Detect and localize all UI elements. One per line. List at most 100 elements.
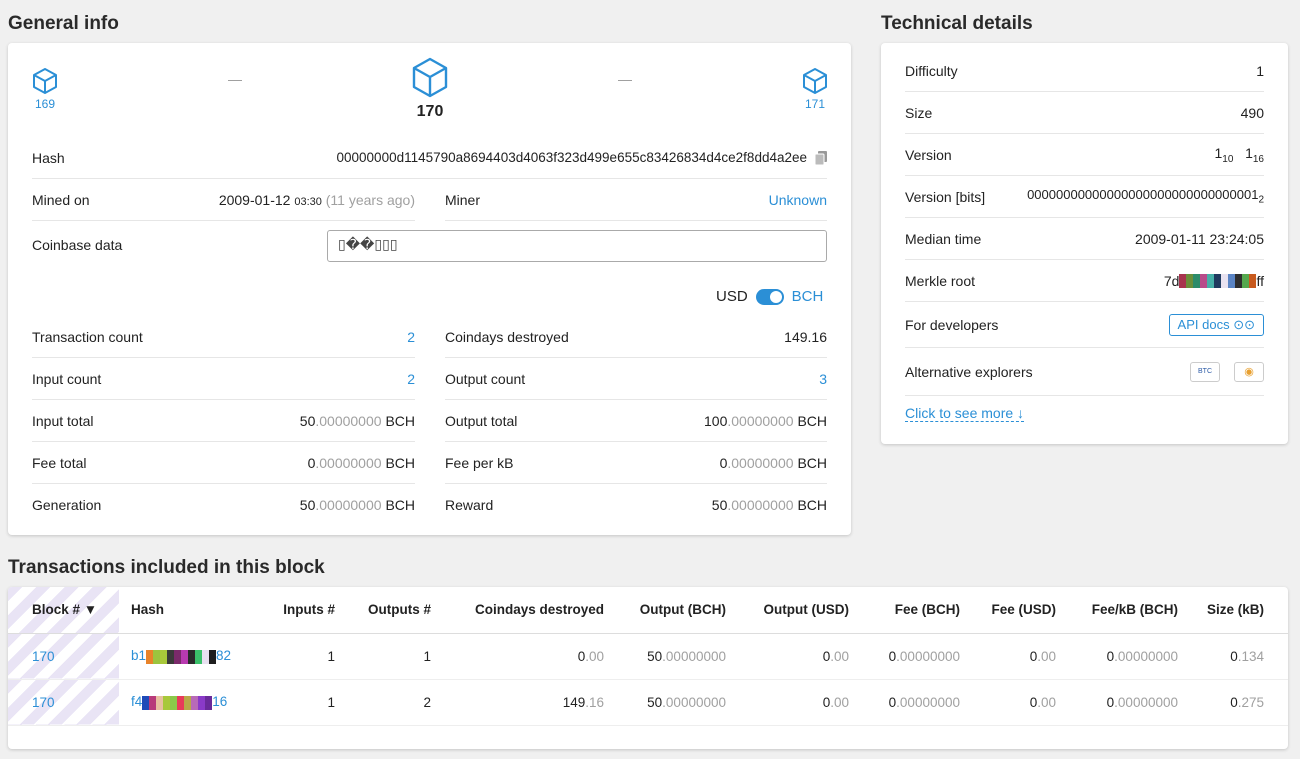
row-block-link[interactable]: 170 xyxy=(8,633,119,680)
coinbase-label: Coinbase data xyxy=(32,237,123,253)
toggle-bch-label: BCH xyxy=(791,288,824,305)
current-block-number: 170 xyxy=(416,103,444,120)
row-size: 0.275 xyxy=(1178,679,1288,726)
input-total-value: 50.00000000 BCH xyxy=(299,412,415,429)
size-label: Size xyxy=(905,104,933,121)
hash-color-block xyxy=(195,649,203,664)
output-count-value[interactable]: 3 xyxy=(819,371,827,387)
transaction-count-value[interactable]: 2 xyxy=(407,329,415,345)
generation-row: Generation 50.00000000 BCH xyxy=(32,484,415,526)
row-coindays: 0.00 xyxy=(431,633,604,680)
col-fee-bch[interactable]: Fee (BCH) xyxy=(849,587,960,634)
current-block: 170 xyxy=(408,57,452,121)
copy-icon[interactable] xyxy=(815,150,827,165)
hash-row: Hash 00000000d1145790a8694403d4063f323d4… xyxy=(32,137,827,179)
table-header-row: Block # ▼ Hash Inputs # Outputs # Coinda… xyxy=(8,587,1288,634)
median-time-row: Median time 2009-01-11 23:24:05 xyxy=(905,218,1264,260)
col-coindays[interactable]: Coindays destroyed xyxy=(431,587,604,634)
col-outputs[interactable]: Outputs # xyxy=(335,587,431,634)
col-fee-kb[interactable]: Fee/kB (BCH) xyxy=(1056,587,1178,634)
row-fee-bch: 0.00000000 xyxy=(849,633,960,680)
col-hash[interactable]: Hash xyxy=(119,587,249,634)
row-output-bch: 50.00000000 xyxy=(604,679,726,726)
alt-explorer-logo-icon[interactable]: ◉ xyxy=(1234,361,1264,382)
hash-color-block xyxy=(209,649,217,664)
btc-explorer-icon[interactable]: BTC xyxy=(1190,361,1220,382)
row-fee-kb: 0.00000000 xyxy=(1056,633,1178,680)
hash-color-block xyxy=(1200,273,1208,288)
hash-color-block xyxy=(146,649,154,664)
currency-switch[interactable] xyxy=(755,288,784,305)
block-cube-icon xyxy=(412,57,448,98)
hash-color-block xyxy=(160,649,168,664)
row-hash-link[interactable]: f4 16 xyxy=(119,679,249,726)
input-total-row: Input total 50.00000000 BCH xyxy=(32,400,415,442)
hash-color-block xyxy=(142,695,150,710)
difficulty-value: 1 xyxy=(1256,62,1264,79)
row-output-usd: 0.00 xyxy=(726,633,849,680)
reward-row: Reward 50.00000000 BCH xyxy=(445,484,827,526)
col-fee-usd[interactable]: Fee (USD) xyxy=(960,587,1056,634)
version-bits-value: 000000000000000000000000000000012 xyxy=(1027,187,1264,206)
next-block-number[interactable]: 171 xyxy=(800,97,830,111)
hash-value: 00000000d1145790a8694403d4063f323d499e65… xyxy=(336,150,807,165)
miner-value[interactable]: Unknown xyxy=(769,192,827,208)
nav-dash-right: — xyxy=(618,71,632,87)
fee-per-kb-label: Fee per kB xyxy=(445,454,514,471)
mined-on-label: Mined on xyxy=(32,191,90,208)
input-count-value[interactable]: 2 xyxy=(407,371,415,387)
version-bits-row: Version [bits] 0000000000000000000000000… xyxy=(905,176,1264,218)
generation-label: Generation xyxy=(32,497,102,513)
block-cube-icon xyxy=(33,68,57,94)
col-output-bch[interactable]: Output (BCH) xyxy=(604,587,726,634)
technical-details-card: Difficulty 1 Size 490 Version 110 116 Ve… xyxy=(881,43,1288,444)
hash-color-block xyxy=(1242,273,1250,288)
hash-color-block xyxy=(1179,273,1187,288)
merkle-root-value: 7d ff xyxy=(1163,272,1264,289)
currency-toggle[interactable]: USD BCH xyxy=(716,288,823,305)
fee-total-label: Fee total xyxy=(32,454,87,471)
reward-label: Reward xyxy=(445,497,494,513)
general-info-card: 169 — 170 — 171 Hash 00000000d1145790a86… xyxy=(8,43,851,535)
row-inputs: 1 xyxy=(249,679,335,726)
row-hash-link[interactable]: b1 82 xyxy=(119,633,249,680)
hash-color-block xyxy=(202,649,210,664)
hash-color-block xyxy=(1228,273,1236,288)
coindays-value: 149.16 xyxy=(784,328,827,345)
miner-row: Miner Unknown xyxy=(445,179,827,221)
row-block-link[interactable]: 170 xyxy=(8,679,119,726)
next-block-link[interactable]: 171 xyxy=(800,67,830,111)
merkle-root-row: Merkle root 7d ff xyxy=(905,260,1264,302)
col-block[interactable]: Block # ▼ xyxy=(8,587,119,634)
version-label: Version xyxy=(905,146,952,163)
col-inputs[interactable]: Inputs # xyxy=(249,587,335,634)
table-row: 170 b1 82 1 1 0.00 50.00000000 0.00 0.000… xyxy=(8,633,1288,680)
hash-color-block xyxy=(1235,273,1243,288)
transactions-table: Block # ▼ Hash Inputs # Outputs # Coinda… xyxy=(8,587,1288,726)
row-inputs: 1 xyxy=(249,633,335,680)
coinbase-data-field[interactable]: ▯��▯▯▯ xyxy=(327,230,827,262)
size-value: 490 xyxy=(1240,104,1264,121)
prev-block-number[interactable]: 169 xyxy=(30,97,60,111)
output-total-label: Output total xyxy=(445,412,518,429)
coindays-row: Coindays destroyed 149.16 xyxy=(445,316,827,358)
transaction-count-label: Transaction count xyxy=(32,328,143,345)
miner-label: Miner xyxy=(445,191,481,208)
row-fee-usd: 0.00 xyxy=(960,679,1056,726)
col-size[interactable]: Size (kB) xyxy=(1178,587,1288,634)
row-fee-bch: 0.00000000 xyxy=(849,679,960,726)
merkle-hash-blocks xyxy=(1179,273,1257,288)
hash-color-block xyxy=(177,695,185,710)
output-total-row: Output total 100.00000000 BCH xyxy=(445,400,827,442)
row-fee-usd: 0.00 xyxy=(960,633,1056,680)
col-output-usd[interactable]: Output (USD) xyxy=(726,587,849,634)
table-row: 170 f4 16 1 2 149.16 50.00000000 0.00 0.0… xyxy=(8,679,1288,726)
hash-color-block xyxy=(1207,273,1215,288)
filter-icon[interactable]: ▼ xyxy=(84,602,97,617)
row-outputs: 1 xyxy=(335,633,431,680)
prev-block-link[interactable]: 169 xyxy=(30,67,60,111)
api-docs-button[interactable]: API docs ⊙⊙ xyxy=(1168,313,1264,336)
output-total-value: 100.00000000 BCH xyxy=(704,412,827,429)
see-more-link[interactable]: Click to see more ↓ xyxy=(905,405,1025,422)
block-cube-icon xyxy=(803,68,827,94)
